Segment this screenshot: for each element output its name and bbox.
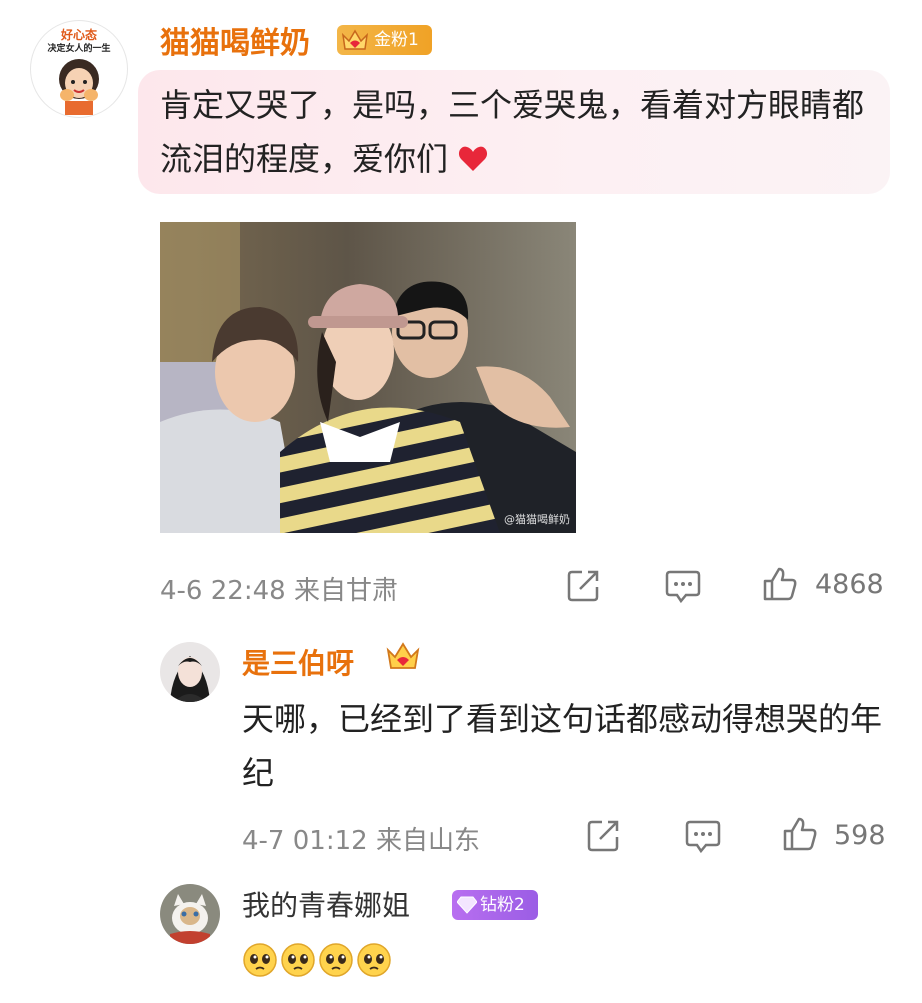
fan-badge[interactable]: 金粉1 xyxy=(337,25,432,55)
like-icon[interactable] xyxy=(782,816,818,852)
like-count: 4868 xyxy=(815,569,884,600)
avatar[interactable] xyxy=(160,642,220,702)
pleading-emoji xyxy=(319,943,353,977)
username[interactable]: 我的青春娜姐 xyxy=(242,884,410,924)
timestamp: 4-6 22:48 xyxy=(160,576,286,606)
heart-icon xyxy=(459,146,488,171)
location: 来自山东 xyxy=(375,826,480,856)
badge-label: 钻粉2 xyxy=(480,895,525,915)
crown-icon xyxy=(341,29,369,50)
cartoon-girl-icon xyxy=(59,59,99,115)
comment-icon[interactable] xyxy=(664,568,702,604)
avatar-text-sub: 决定女人的一生 xyxy=(47,44,111,54)
diamond-icon xyxy=(457,896,477,914)
emoji-row xyxy=(242,942,394,982)
badge-label: 金粉1 xyxy=(374,30,419,50)
comment-text: 肯定又哭了，是吗，三个爱哭鬼，看着对方眼睛都流泪的程度，爱你们 xyxy=(160,78,880,186)
location: 来自甘肃 xyxy=(293,576,398,606)
comment-icon[interactable] xyxy=(684,818,722,854)
share-icon[interactable] xyxy=(586,817,622,853)
comment-photo[interactable]: @猫猫喝鲜奶 xyxy=(160,222,576,533)
comment-meta: 4-6 22:48 来自甘肃 xyxy=(160,570,398,607)
avatar[interactable] xyxy=(160,884,220,944)
pleading-emoji xyxy=(281,943,315,977)
avatar[interactable]: 好心态 决定女人的一生 xyxy=(30,20,128,118)
reply-text: 天哪，已经到了看到这句话都感动得想哭的年纪 xyxy=(242,700,883,792)
fan-badge[interactable]: 钻粉2 xyxy=(452,890,538,920)
crown-icon[interactable] xyxy=(385,640,421,674)
timestamp: 4-7 01:12 xyxy=(242,826,368,856)
username[interactable]: 是三伯呀 xyxy=(242,642,354,682)
photo-watermark: @猫猫喝鲜奶 xyxy=(504,513,570,526)
comment-body: 肯定又哭了，是吗，三个爱哭鬼，看着对方眼睛都流泪的程度，爱你们 xyxy=(160,86,865,178)
reply-meta: 4-7 01:12 来自山东 xyxy=(242,820,480,857)
pleading-emoji xyxy=(243,943,277,977)
like-icon[interactable] xyxy=(762,566,798,602)
share-icon[interactable] xyxy=(566,567,602,603)
like-count: 598 xyxy=(834,820,886,851)
username[interactable]: 猫猫喝鲜奶 xyxy=(160,18,310,62)
pleading-emoji xyxy=(357,943,391,977)
